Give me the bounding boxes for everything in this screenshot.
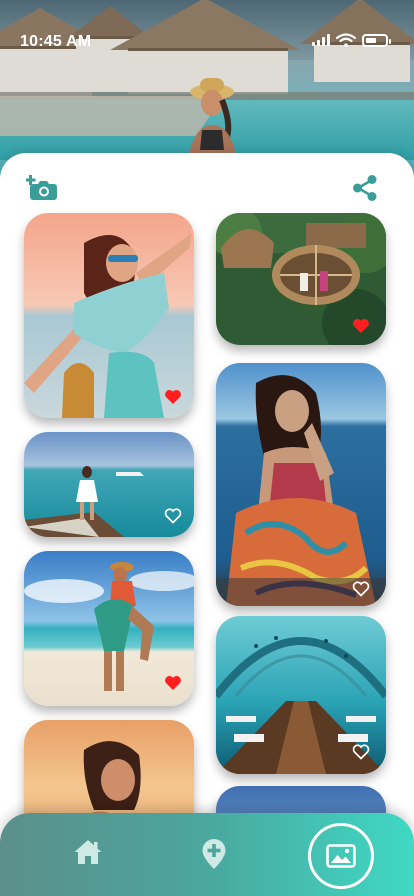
liked-heart-icon[interactable] (164, 389, 182, 405)
photo-card[interactable] (24, 432, 194, 537)
add-location-icon (202, 839, 226, 869)
battery-icon (362, 33, 391, 47)
nav-add-location-button[interactable] (199, 837, 229, 871)
photo-card[interactable] (216, 213, 386, 345)
wifi-icon (336, 33, 356, 47)
liked-heart-icon[interactable] (352, 318, 370, 334)
cellular-signal-icon (312, 34, 330, 46)
liked-heart-icon[interactable] (164, 675, 182, 691)
status-bar: 10:45 AM (0, 0, 414, 80)
photo-card[interactable] (216, 363, 386, 606)
nav-home-button[interactable] (72, 836, 104, 868)
photo-card[interactable] (216, 616, 386, 774)
photo-card[interactable] (24, 213, 194, 418)
home-icon (74, 840, 102, 864)
heart-outline-icon[interactable] (164, 508, 182, 524)
nav-gallery-button[interactable] (308, 823, 374, 889)
heart-outline-icon[interactable] (352, 581, 370, 597)
share-icon[interactable] (351, 174, 379, 202)
status-time: 10:45 AM (20, 33, 92, 50)
photo-card[interactable] (24, 551, 194, 706)
heart-outline-icon[interactable] (352, 744, 370, 760)
gallery-icon (326, 844, 356, 868)
camera-plus-icon[interactable] (26, 175, 58, 201)
